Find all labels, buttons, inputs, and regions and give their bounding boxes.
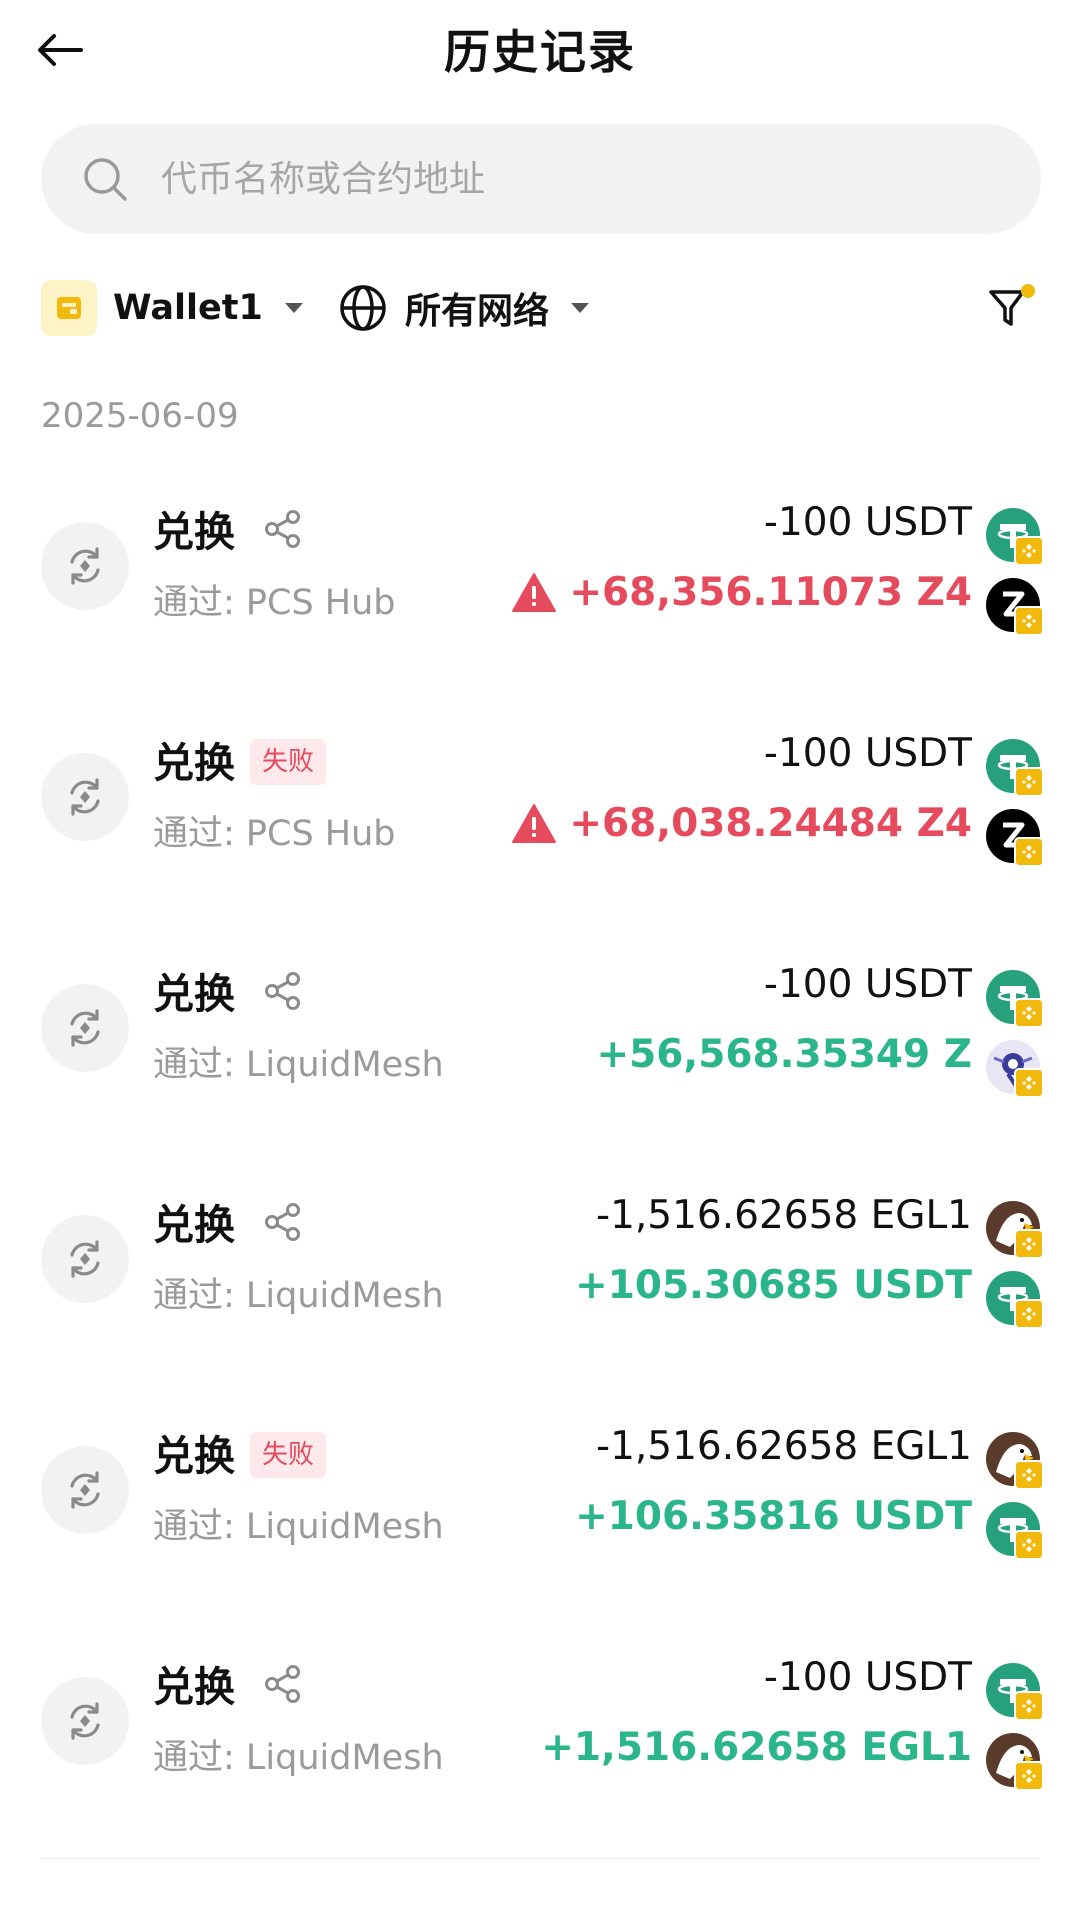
bnb-chain-icon — [1014, 1229, 1044, 1259]
share-icon[interactable] — [262, 970, 304, 1012]
transaction-row[interactable]: 兑换通过: LiquidMesh -100 USDT +1,516.62658 EG… — [0, 1633, 1080, 1864]
search-input[interactable] — [159, 157, 963, 201]
share-icon[interactable] — [262, 508, 304, 550]
chevron-down-icon — [571, 303, 590, 313]
page-title: 历史记录 — [444, 25, 636, 79]
egl1-icon — [986, 1432, 1044, 1490]
transaction-row[interactable]: 兑换通过: LiquidMesh -1,516.62658 EGL1 +105.30… — [0, 1171, 1080, 1402]
bnb-chain-icon — [1014, 1530, 1044, 1560]
status-badge: 失败 — [250, 1432, 327, 1478]
search-bar[interactable] — [41, 124, 1041, 234]
warning-icon[interactable] — [511, 572, 557, 614]
bnb-chain-icon — [1014, 1691, 1044, 1721]
amount-out: -100 USDT — [763, 962, 972, 1007]
share-icon[interactable] — [262, 1201, 304, 1243]
amount-out: -100 USDT — [763, 731, 972, 776]
amount-out: -1,516.62658 EGL1 — [596, 1424, 972, 1469]
transaction-via: 通过: PCS Hub — [153, 814, 396, 854]
transaction-via: 通过: LiquidMesh — [153, 1045, 444, 1085]
swap-icon — [41, 522, 129, 610]
usdt-icon — [986, 1271, 1044, 1329]
bnb-chain-icon — [1014, 1299, 1044, 1329]
search-icon — [79, 153, 131, 205]
amount-in: +106.35816 USDT — [575, 1494, 972, 1539]
amount-in: +68,356.11073 Z4 — [569, 570, 972, 615]
z4-icon — [986, 809, 1044, 867]
header: 历史记录 — [0, 0, 1080, 100]
transaction-row[interactable]: 兑换 失败通过: PCS Hub -100 USDT +68,038.24484 Z4 — [0, 709, 1080, 940]
transaction-row[interactable]: 兑换通过: LiquidMesh -100 USDT +56,568.35349 Z — [0, 940, 1080, 1171]
wallet-icon — [41, 280, 97, 336]
swap-icon — [41, 1446, 129, 1534]
date-label: 2025-06-09 — [41, 396, 239, 436]
transaction-type: 兑换 — [153, 508, 235, 556]
usdt-icon — [986, 739, 1044, 797]
transaction-via: 通过: PCS Hub — [153, 583, 396, 623]
usdt-icon — [986, 508, 1044, 566]
filter-active-dot — [1021, 284, 1035, 298]
bnb-chain-icon — [1014, 767, 1044, 797]
transaction-via: 通过: LiquidMesh — [153, 1507, 444, 1547]
filter-button[interactable] — [985, 278, 1037, 334]
z4-icon — [986, 578, 1044, 636]
wallet-label: Wallet1 — [113, 288, 263, 328]
bnb-chain-icon — [1014, 1068, 1044, 1098]
usdt-icon — [986, 1502, 1044, 1560]
amount-out: -1,516.62658 EGL1 — [596, 1193, 972, 1238]
share-icon[interactable] — [262, 1663, 304, 1705]
usdt-icon — [986, 1663, 1044, 1721]
status-badge: 失败 — [250, 739, 327, 785]
wallet-selector[interactable]: Wallet1 — [41, 280, 303, 336]
bnb-chain-icon — [1014, 606, 1044, 636]
transaction-type: 兑换 — [153, 1663, 235, 1711]
usdt-icon — [986, 970, 1044, 1028]
transaction-via: 通过: LiquidMesh — [153, 1276, 444, 1316]
swap-icon — [41, 753, 129, 841]
amount-in: +1,516.62658 EGL1 — [541, 1725, 972, 1770]
transaction-type: 兑换 — [153, 1201, 235, 1249]
transaction-type: 兑换 — [153, 739, 235, 787]
warning-icon[interactable] — [511, 803, 557, 845]
transaction-via: 通过: LiquidMesh — [153, 1738, 444, 1778]
network-selector[interactable]: 所有网络 — [337, 280, 590, 336]
bnb-chain-icon — [1014, 536, 1044, 566]
bnb-chain-icon — [1014, 998, 1044, 1028]
bnb-chain-icon — [1014, 1460, 1044, 1490]
transaction-type: 兑换 — [153, 970, 235, 1018]
transaction-list: 兑换 通过: PCS Hub -100 USDT +68,356.11073 Z4 兑换… — [0, 478, 1080, 1864]
swap-icon — [41, 1677, 129, 1765]
amount-in: +68,038.24484 Z4 — [569, 801, 972, 846]
z-icon — [986, 1040, 1044, 1098]
amount-out: -100 USDT — [763, 1655, 972, 1700]
swap-icon — [41, 984, 129, 1072]
chevron-down-icon — [284, 303, 303, 313]
egl1-icon — [986, 1733, 1044, 1791]
globe-icon — [340, 285, 386, 331]
filter-bar: Wallet1 所有网络 — [41, 278, 1041, 338]
amount-in: +105.30685 USDT — [575, 1263, 972, 1308]
bnb-chain-icon — [1014, 1761, 1044, 1791]
network-label: 所有网络 — [405, 291, 550, 332]
amount-out: -100 USDT — [763, 500, 972, 545]
amount-in: +56,568.35349 Z — [596, 1032, 972, 1077]
transaction-row[interactable]: 兑换 失败通过: LiquidMesh -1,516.62658 EGL1 +106.… — [0, 1402, 1080, 1633]
egl1-icon — [986, 1201, 1044, 1259]
transaction-type: 兑换 — [153, 1432, 235, 1480]
transaction-row[interactable]: 兑换通过: PCS Hub -100 USDT +68,356.11073 Z4 — [0, 478, 1080, 709]
list-divider — [41, 1858, 1039, 1859]
swap-icon — [41, 1215, 129, 1303]
bnb-chain-icon — [1014, 837, 1044, 867]
